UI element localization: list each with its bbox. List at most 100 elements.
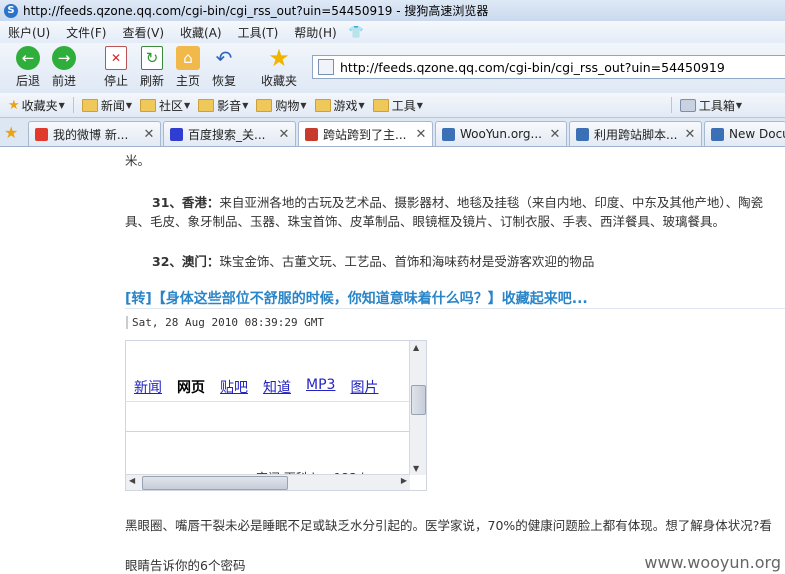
scroll-left-icon[interactable]: ◀ — [129, 476, 135, 485]
feed-item-sub: 眼睛告诉你的6个密码 — [125, 558, 246, 573]
fav-folder-shopping[interactable]: 购物 ▼ — [256, 97, 307, 114]
window-title: http://feeds.qzone.qq.com/cgi-bin/cgi_rs… — [23, 4, 489, 18]
scroll-right-icon[interactable]: ▶ — [401, 476, 407, 485]
star-plus-icon: ★ — [8, 97, 20, 113]
page-content: 米。 31、香港：来自亚洲各地的古玩及艺术品、摄影器材、地毯及挂毯（来自内地、印… — [0, 147, 785, 574]
favorites-button[interactable]: ★ 收藏夹 — [256, 46, 302, 89]
chevron-down-icon: ▼ — [125, 100, 132, 110]
address-url[interactable]: http://feeds.qzone.qq.com/cgi-bin/cgi_rs… — [340, 60, 725, 75]
menu-tools[interactable]: 工具(T) — [230, 24, 287, 41]
star-icon: ★ — [268, 44, 290, 72]
favorites-star-icon[interactable]: ★ — [4, 123, 18, 142]
fav-folder-tools[interactable]: 工具 ▼ — [372, 97, 423, 114]
tab-label: 利用跨站脚本... — [594, 127, 678, 142]
chevron-down-icon: ▼ — [358, 100, 365, 110]
scroll-up-icon[interactable]: ▲ — [413, 343, 419, 352]
fav-folder-news[interactable]: 新闻 ▼ — [81, 97, 132, 114]
iframe-nav: 新闻 网页 贴吧 知道 MP3 图片 — [134, 377, 378, 397]
nav-link-tieba[interactable]: 贴吧 — [220, 377, 248, 397]
folder-icon — [198, 98, 215, 112]
page-icon — [711, 127, 724, 141]
stop-icon: ✕ — [105, 46, 127, 70]
tab-label: 百度搜索_关... — [188, 127, 266, 142]
restore-button[interactable]: ↶ 恢复 — [204, 46, 244, 89]
folder-icon — [256, 98, 273, 112]
page-icon — [442, 127, 455, 141]
embedded-iframe[interactable]: 新闻 网页 贴吧 知道 MP3 图片 空间 百科 hao123 | ▲ ▼ ◀ … — [125, 340, 427, 491]
feed-item-title[interactable]: [转]【身体这些部位不舒服的时候，你知道意味着什么吗？】收藏起来吧... — [125, 288, 588, 308]
menu-view[interactable]: 查看(V) — [114, 24, 172, 41]
restore-label: 恢复 — [211, 74, 236, 88]
site-icon — [305, 127, 318, 141]
stop-label: 停止 — [103, 74, 128, 88]
menu-bar: 账户(U) 文件(F) 查看(V) 收藏(A) 工具(T) 帮助(H) 👕 — [0, 21, 785, 43]
chevron-down-icon: ▼ — [300, 100, 307, 110]
favorites-menu[interactable]: ★ 收藏夹 ▼ — [8, 97, 65, 114]
fav-folder-community[interactable]: 社区 ▼ — [140, 97, 190, 114]
menu-favorites[interactable]: 收藏(A) — [172, 24, 230, 41]
toolbox-icon — [679, 98, 696, 112]
toolbox-menu[interactable]: 工具箱 ▼ — [679, 97, 743, 114]
watermark: www.wooyun.org — [644, 553, 781, 572]
page-icon — [318, 59, 334, 75]
tab-label: New Docu — [729, 127, 785, 141]
close-icon[interactable]: ✕ — [683, 127, 697, 142]
page-icon — [576, 127, 589, 141]
tab-xss-active[interactable]: 跨站跨到了主... ✕ — [298, 121, 433, 146]
home-button[interactable]: ⌂ 主页 — [168, 46, 208, 89]
chevron-down-icon: ▼ — [735, 100, 743, 110]
baidu-paw-icon — [170, 127, 183, 141]
skin-icon[interactable]: 👕 — [349, 26, 364, 38]
scroll-thumb[interactable] — [411, 385, 426, 415]
tab-xss-script[interactable]: 利用跨站脚本... ✕ — [569, 121, 702, 146]
tab-weibo[interactable]: 我的微博 新... ✕ — [28, 121, 161, 146]
item-label: 32、澳门： — [152, 254, 220, 269]
fav-folder-label: 影音 — [217, 98, 242, 113]
horizontal-scrollbar[interactable]: ◀ ▶ — [126, 474, 410, 490]
feed-item-date: Sat, 28 Aug 2010 08:39:29 GMT — [126, 316, 324, 329]
paragraph-32: 32、澳门：珠宝金饰、古董文玩、工艺品、首饰和海味药材是受游客欢迎的物品 — [152, 251, 594, 270]
divider — [126, 401, 409, 402]
refresh-label: 刷新 — [139, 74, 164, 88]
back-button[interactable]: ← 后退 — [8, 46, 48, 89]
menu-account[interactable]: 账户(U) — [0, 24, 58, 41]
item-text: 来自亚洲各地的古玩及艺术品、摄影器材、地毯及挂毯（来自内地、印度、中东及其他产地… — [219, 195, 764, 210]
scroll-thumb[interactable] — [142, 476, 288, 490]
close-icon[interactable]: ✕ — [142, 127, 156, 142]
nav-link-web[interactable]: 网页 — [177, 377, 205, 397]
fav-folder-media[interactable]: 影音 ▼ — [198, 97, 248, 114]
favorites-bar: ★ 收藏夹 ▼ 新闻 ▼ 社区 ▼ 影音 ▼ 购物 ▼ 游戏 ▼ 工具 ▼ 工具箱 ▼ — [0, 93, 785, 118]
tab-wooyun[interactable]: WooYun.org... ✕ — [435, 121, 567, 146]
back-arrow-icon: ← — [16, 46, 40, 70]
close-icon[interactable]: ✕ — [414, 127, 428, 142]
nav-link-zhidao[interactable]: 知道 — [263, 377, 291, 397]
nav-link-images[interactable]: 图片 — [350, 377, 378, 397]
home-icon: ⌂ — [176, 46, 200, 70]
close-icon[interactable]: ✕ — [548, 127, 562, 142]
refresh-button[interactable]: ↻ 刷新 — [132, 46, 172, 89]
menu-file[interactable]: 文件(F) — [58, 24, 114, 41]
nav-link-mp3[interactable]: MP3 — [306, 377, 335, 397]
forward-label: 前进 — [51, 74, 76, 88]
fav-folder-games[interactable]: 游戏 ▼ — [314, 97, 365, 114]
favorites-label: 收藏夹 — [260, 74, 297, 88]
vertical-scrollbar[interactable]: ▲ ▼ — [409, 341, 426, 475]
weibo-icon — [35, 127, 48, 141]
tab-new-doc[interactable]: New Docu — [704, 121, 785, 146]
divider — [125, 308, 785, 309]
tab-baidu[interactable]: 百度搜索_关... ✕ — [163, 121, 296, 146]
fav-folder-label: 新闻 — [100, 98, 125, 113]
nav-link-news[interactable]: 新闻 — [134, 377, 162, 397]
fav-folder-label: 购物 — [275, 98, 300, 113]
chevron-down-icon: ▼ — [242, 100, 249, 110]
menu-help[interactable]: 帮助(H) — [286, 24, 344, 41]
address-bar[interactable]: http://feeds.qzone.qq.com/cgi-bin/cgi_rs… — [312, 55, 785, 79]
forward-button[interactable]: → 前进 — [44, 46, 84, 89]
chevron-down-icon: ▼ — [58, 100, 65, 110]
stop-button[interactable]: ✕ 停止 — [96, 46, 136, 89]
fav-folder-label: 社区 — [159, 98, 184, 113]
close-icon[interactable]: ✕ — [277, 127, 291, 142]
scroll-down-icon[interactable]: ▼ — [413, 464, 419, 473]
divider — [670, 97, 672, 113]
browser-logo-icon: S — [4, 3, 18, 18]
